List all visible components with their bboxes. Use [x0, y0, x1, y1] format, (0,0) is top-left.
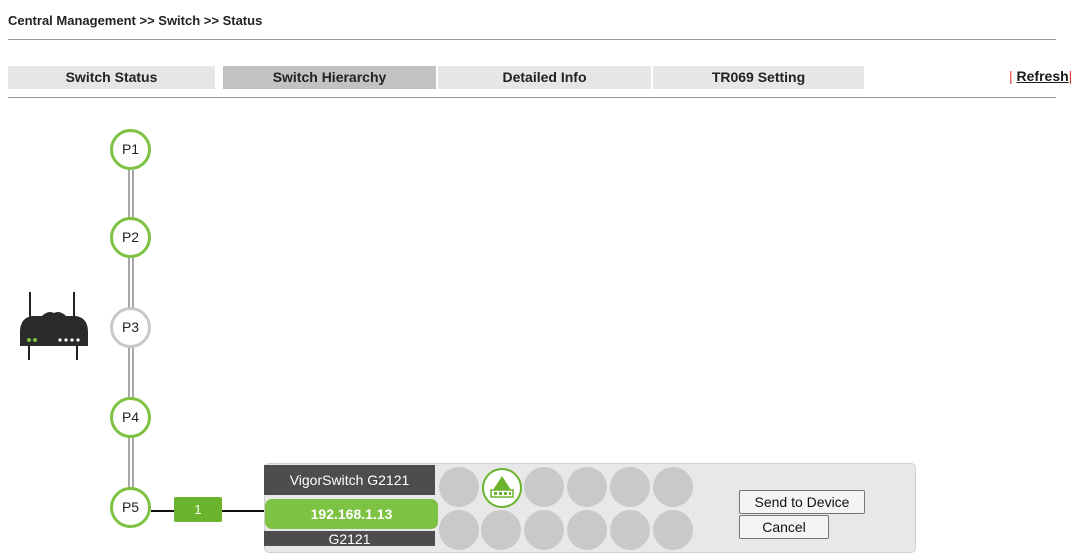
header-divider — [8, 39, 1056, 40]
device-name: VigorSwitch G2121 — [264, 465, 435, 495]
link-count-badge[interactable]: 1 — [174, 497, 222, 522]
switch-port-slot[interactable] — [610, 510, 650, 550]
port-p2[interactable]: P2 — [110, 217, 151, 258]
switch-port-slot[interactable] — [567, 467, 607, 507]
switch-port-slot[interactable] — [653, 510, 693, 550]
port-p3[interactable]: P3 — [110, 307, 151, 348]
switch-port-slot[interactable] — [610, 467, 650, 507]
device-model: G2121 — [264, 531, 435, 546]
refresh-link-group: | Refresh| — [1009, 68, 1072, 84]
device-ip-button[interactable]: 192.168.1.13 — [265, 499, 438, 529]
switch-port-slot[interactable] — [439, 510, 479, 550]
switch-port-slot[interactable] — [481, 510, 521, 550]
switch-port-slot[interactable] — [567, 510, 607, 550]
switch-port-slot[interactable] — [524, 510, 564, 550]
switch-port-slot[interactable] — [653, 467, 693, 507]
refresh-link[interactable]: Refresh — [1017, 68, 1069, 84]
tab-switch-status[interactable]: Switch Status — [8, 66, 215, 89]
tab-detailed-info[interactable]: Detailed Info — [438, 66, 651, 89]
router-icon — [20, 292, 88, 360]
cancel-button[interactable]: Cancel — [739, 515, 829, 539]
uplink-arrow-icon[interactable] — [482, 468, 522, 508]
switch-port-slot[interactable] — [524, 467, 564, 507]
tab-switch-hierarchy[interactable]: Switch Hierarchy — [223, 66, 436, 89]
switch-port-slot[interactable] — [439, 467, 479, 507]
tab-divider — [8, 97, 1056, 98]
port-p1[interactable]: P1 — [110, 129, 151, 170]
tab-tr069-setting[interactable]: TR069 Setting — [653, 66, 864, 89]
send-to-device-button[interactable]: Send to Device — [739, 490, 865, 514]
separator: | — [1009, 68, 1013, 84]
breadcrumb: Central Management >> Switch >> Status — [8, 13, 263, 28]
separator: | — [1068, 68, 1073, 84]
port-p5[interactable]: P5 — [110, 487, 151, 528]
port-p4[interactable]: P4 — [110, 397, 151, 438]
